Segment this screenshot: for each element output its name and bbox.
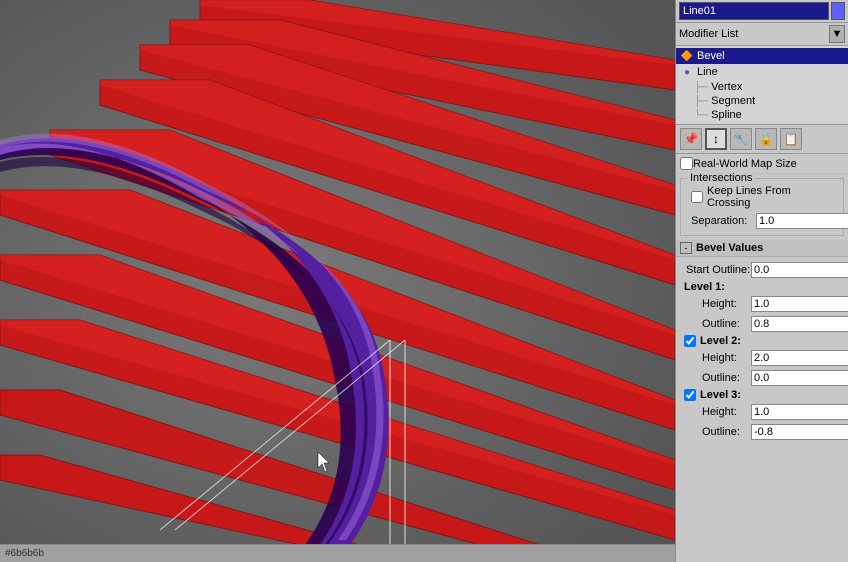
level1-outline-input[interactable]: [751, 316, 848, 332]
tool-pin-button[interactable]: 📌: [680, 128, 702, 150]
modifier-item-spline[interactable]: └─ Spline: [676, 108, 848, 122]
start-outline-label: Start Outline:: [686, 264, 751, 276]
object-name-input[interactable]: [679, 2, 829, 20]
level2-checkbox[interactable]: [684, 335, 696, 347]
modifier-label-segment: Segment: [711, 95, 755, 107]
modifier-item-bevel[interactable]: 🔶 Bevel: [676, 48, 848, 64]
level1-height-input[interactable]: [751, 296, 848, 312]
level3-outline-input[interactable]: [751, 424, 848, 440]
tool-paste-button[interactable]: 📋: [780, 128, 802, 150]
level3-header: Level 3:: [680, 388, 844, 402]
modifier-tree: 🔶 Bevel ● Line ├─ Vertex ├─ Segment └─ S…: [676, 46, 848, 125]
object-name-bar: [676, 0, 848, 23]
status-bar: #6b6b6b: [0, 544, 675, 562]
tree-line-spline: └─: [694, 110, 708, 121]
level3-outline-label: Outline:: [686, 426, 751, 438]
separation-input[interactable]: [756, 213, 848, 229]
level2-label: Level 2:: [700, 335, 741, 347]
level3-outline-row: Outline: ▲ ▼: [680, 422, 844, 442]
tool-lock-button[interactable]: 🔒: [755, 128, 777, 150]
modifier-list-dropdown[interactable]: ▼: [829, 25, 845, 43]
level1-header: Level 1:: [680, 280, 844, 294]
bevel-values-section: Start Outline: ▲ ▼ Level 1: Height: ▲ ▼ …: [676, 257, 848, 445]
modifier-list-label: Modifier List: [679, 28, 829, 40]
real-world-map-size-checkbox[interactable]: [680, 157, 693, 170]
intersections-group: Intersections Keep Lines From Crossing S…: [680, 178, 844, 236]
tool-configure-button[interactable]: 🔧: [730, 128, 752, 150]
right-panel: Modifier List ▼ 🔶 Bevel ● Line ├─ Vertex…: [675, 0, 848, 562]
level2-outline-input[interactable]: [751, 370, 848, 386]
status-text: #6b6b6b: [5, 548, 44, 559]
level2-height-label: Height:: [686, 352, 751, 364]
separation-label: Separation:: [691, 215, 756, 227]
real-world-map-size-row: Real-World Map Size: [676, 154, 848, 174]
modifier-item-line[interactable]: ● Line: [676, 64, 848, 80]
level3-checkbox[interactable]: [684, 389, 696, 401]
level1-outline-label: Outline:: [686, 318, 751, 330]
bevel-icon: 🔶: [680, 49, 694, 63]
object-color-swatch[interactable]: [831, 2, 845, 20]
tool-select-button[interactable]: ↕: [705, 128, 727, 150]
level2-height-row: Height: ▲ ▼: [680, 348, 844, 368]
level2-header: Level 2:: [680, 334, 844, 348]
tree-line-vertex: ├─: [694, 82, 708, 93]
level3-label: Level 3:: [700, 389, 741, 401]
modifier-label-vertex: Vertex: [711, 81, 742, 93]
toolbar-row: 📌 ↕ 🔧 🔒 📋: [676, 125, 848, 154]
bevel-values-toggle[interactable]: -: [680, 242, 692, 254]
level3-height-row: Height: ▲ ▼: [680, 402, 844, 422]
keep-lines-checkbox[interactable]: [691, 191, 703, 203]
level2-outline-row: Outline: ▲ ▼: [680, 368, 844, 388]
level1-height-label: Height:: [686, 298, 751, 310]
modifier-item-vertex[interactable]: ├─ Vertex: [676, 80, 848, 94]
level2-outline-label: Outline:: [686, 372, 751, 384]
level3-height-input[interactable]: [751, 404, 848, 420]
viewport[interactable]: #6b6b6b: [0, 0, 675, 562]
real-world-map-size-label: Real-World Map Size: [693, 158, 797, 170]
keep-lines-label: Keep Lines From Crossing: [707, 185, 833, 209]
level3-height-label: Height:: [686, 406, 751, 418]
bevel-values-title: Bevel Values: [696, 242, 763, 254]
start-outline-row: Start Outline: ▲ ▼: [680, 260, 844, 280]
level1-outline-row: Outline: ▲ ▼: [680, 314, 844, 334]
keep-lines-row: Keep Lines From Crossing: [685, 183, 839, 211]
intersections-group-label: Intersections: [687, 172, 755, 184]
level1-height-row: Height: ▲ ▼: [680, 294, 844, 314]
modifier-list-bar: Modifier List ▼: [676, 23, 848, 46]
modifier-label-spline: Spline: [711, 109, 742, 121]
start-outline-input[interactable]: [751, 262, 848, 278]
level2-height-input[interactable]: [751, 350, 848, 366]
modifier-label-bevel: Bevel: [697, 50, 725, 62]
modifier-label-line: Line: [697, 66, 718, 78]
bevel-values-header: - Bevel Values: [676, 240, 848, 257]
line-icon: ●: [680, 65, 694, 79]
level1-label: Level 1:: [684, 281, 725, 293]
tree-line-segment: ├─: [694, 96, 708, 107]
separation-row: Separation: ▲ ▼: [685, 211, 839, 231]
modifier-item-segment[interactable]: ├─ Segment: [676, 94, 848, 108]
